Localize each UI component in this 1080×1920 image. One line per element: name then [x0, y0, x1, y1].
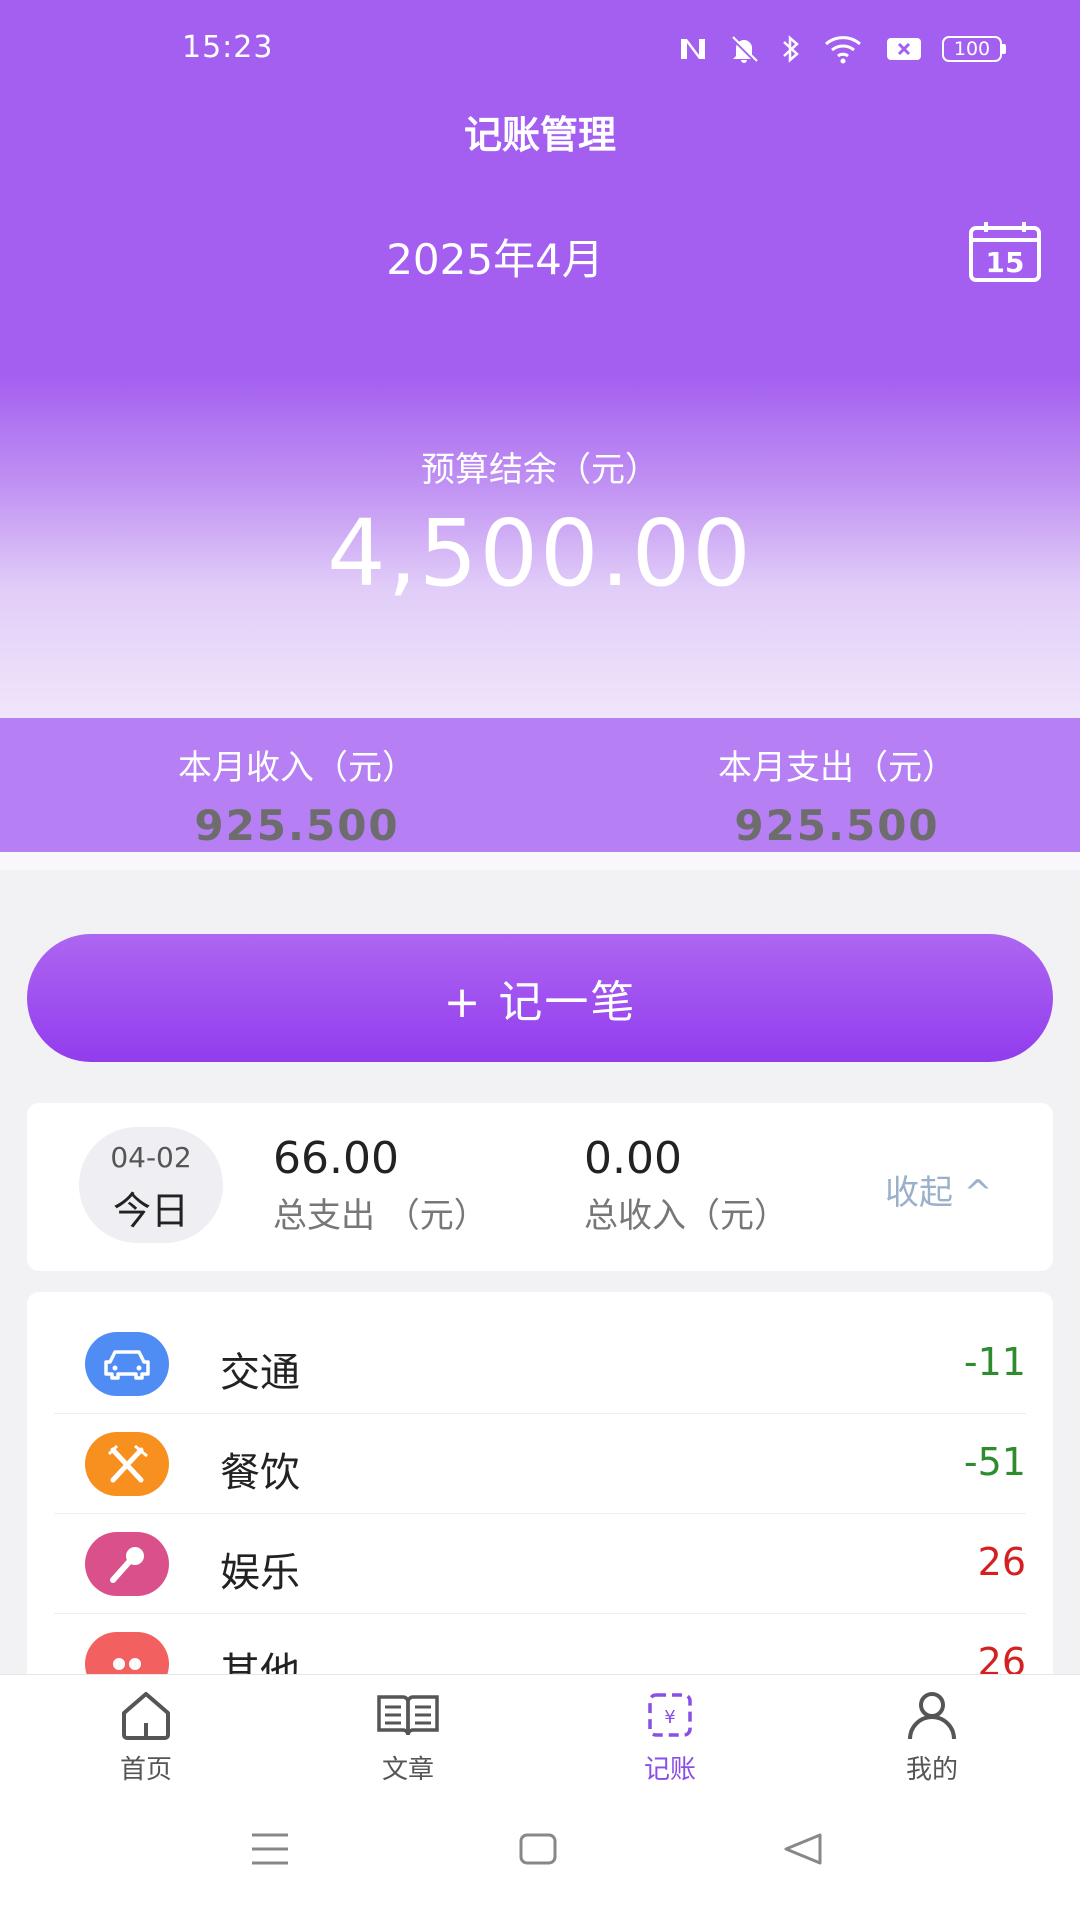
record-row-transport[interactable]: 交通 -11	[54, 1314, 1026, 1414]
status-bar: 15:23 100	[0, 0, 1080, 100]
day-expense-label: 总支出 （元）	[273, 1196, 488, 1236]
tab-label: 首页	[119, 1755, 172, 1785]
square-icon	[519, 1833, 557, 1865]
divider-band	[0, 852, 1080, 870]
svg-text:¥: ¥	[664, 1707, 675, 1728]
calendar-button[interactable]: 15	[968, 220, 1042, 282]
bottom-tab-bar: 首页 文章 ¥ 记账 我的	[0, 1674, 1080, 1792]
day-expense-value: 66.00	[273, 1133, 399, 1184]
tab-label: 记账	[643, 1755, 696, 1785]
tab-articles[interactable]: 文章	[328, 1689, 488, 1786]
status-time: 15:23	[182, 30, 274, 65]
month-selector[interactable]: 2025年4月	[300, 226, 690, 287]
day-badge: 04-02 今日	[79, 1127, 223, 1243]
header-background: 15:23 100 记账管理 2025年4月 15 预算结余（元） 4,500.…	[0, 0, 1080, 718]
day-income: 0.00 总收入（元）	[584, 1133, 788, 1237]
record-amount: -11	[963, 1340, 1026, 1384]
tab-ledger[interactable]: ¥ 记账	[590, 1689, 750, 1786]
day-income-value: 0.00	[584, 1133, 682, 1184]
monthly-stats: 本月收入（元） 925.500 本月支出（元） 925.500	[0, 718, 1080, 852]
tab-label: 文章	[381, 1755, 434, 1785]
sim-x-icon	[887, 38, 921, 60]
add-record-button[interactable]: + 记一笔	[27, 934, 1053, 1062]
record-row-entertainment[interactable]: 娱乐 26	[54, 1514, 1026, 1614]
record-amount: 26	[977, 1540, 1026, 1584]
car-icon	[85, 1332, 169, 1396]
back-nav-button[interactable]	[783, 1832, 823, 1870]
wifi-icon	[825, 36, 861, 64]
user-icon	[908, 1692, 956, 1740]
expense-stat: 本月支出（元） 925.500	[567, 740, 1080, 850]
expense-value: 925.500	[734, 801, 940, 850]
calendar-day: 15	[986, 246, 1025, 279]
home-icon	[122, 1692, 170, 1740]
battery-level: 100	[942, 36, 1002, 62]
calendar-icon: 15	[969, 222, 1041, 282]
status-icons: 100	[678, 32, 1006, 66]
day-date: 04-02	[110, 1141, 192, 1174]
day-expense: 66.00 总支出 （元）	[273, 1133, 488, 1237]
record-amount: -51	[963, 1440, 1026, 1484]
collapse-toggle[interactable]: 收起 ^	[885, 1165, 992, 1214]
expense-label: 本月支出（元）	[718, 748, 956, 788]
tab-label: 我的	[905, 1755, 958, 1785]
home-nav-button[interactable]	[519, 1832, 557, 1870]
ledger-icon: ¥	[648, 1693, 692, 1737]
income-value: 925.500	[194, 801, 400, 850]
record-category: 交通	[220, 1350, 300, 1396]
tab-profile[interactable]: 我的	[852, 1689, 1012, 1786]
record-row-dining[interactable]: 餐饮 -51	[54, 1414, 1026, 1514]
book-icon	[377, 1695, 439, 1736]
day-label: 今日	[112, 1189, 189, 1233]
bluetooth-icon	[783, 35, 799, 63]
page-title: 记账管理	[463, 113, 616, 157]
system-nav-bar	[0, 1792, 1080, 1920]
menu-nav-button[interactable]	[250, 1832, 290, 1870]
nfc-icon	[681, 39, 705, 59]
menu-icon	[252, 1833, 288, 1865]
day-summary-card[interactable]: 04-02 今日 66.00 总支出 （元） 0.00 总收入（元） 收起 ^	[27, 1103, 1053, 1271]
budget-label: 预算结余（元）	[421, 450, 659, 490]
budget-value: 4,500.00	[327, 500, 753, 607]
record-list: 交通 -11 餐饮 -51 娱乐 26 其他 26	[27, 1292, 1053, 1692]
record-category: 娱乐	[220, 1550, 300, 1596]
tab-home[interactable]: 首页	[66, 1689, 226, 1786]
income-stat: 本月收入（元） 925.500	[27, 740, 567, 850]
record-category: 餐饮	[220, 1450, 300, 1496]
day-income-label: 总收入（元）	[584, 1196, 788, 1236]
fork-knife-icon	[85, 1432, 169, 1496]
microphone-icon	[85, 1532, 169, 1596]
battery-icon: 100	[942, 36, 1006, 62]
income-label: 本月收入（元）	[178, 748, 416, 788]
mute-bell-icon	[730, 36, 758, 64]
back-icon	[784, 1833, 822, 1865]
